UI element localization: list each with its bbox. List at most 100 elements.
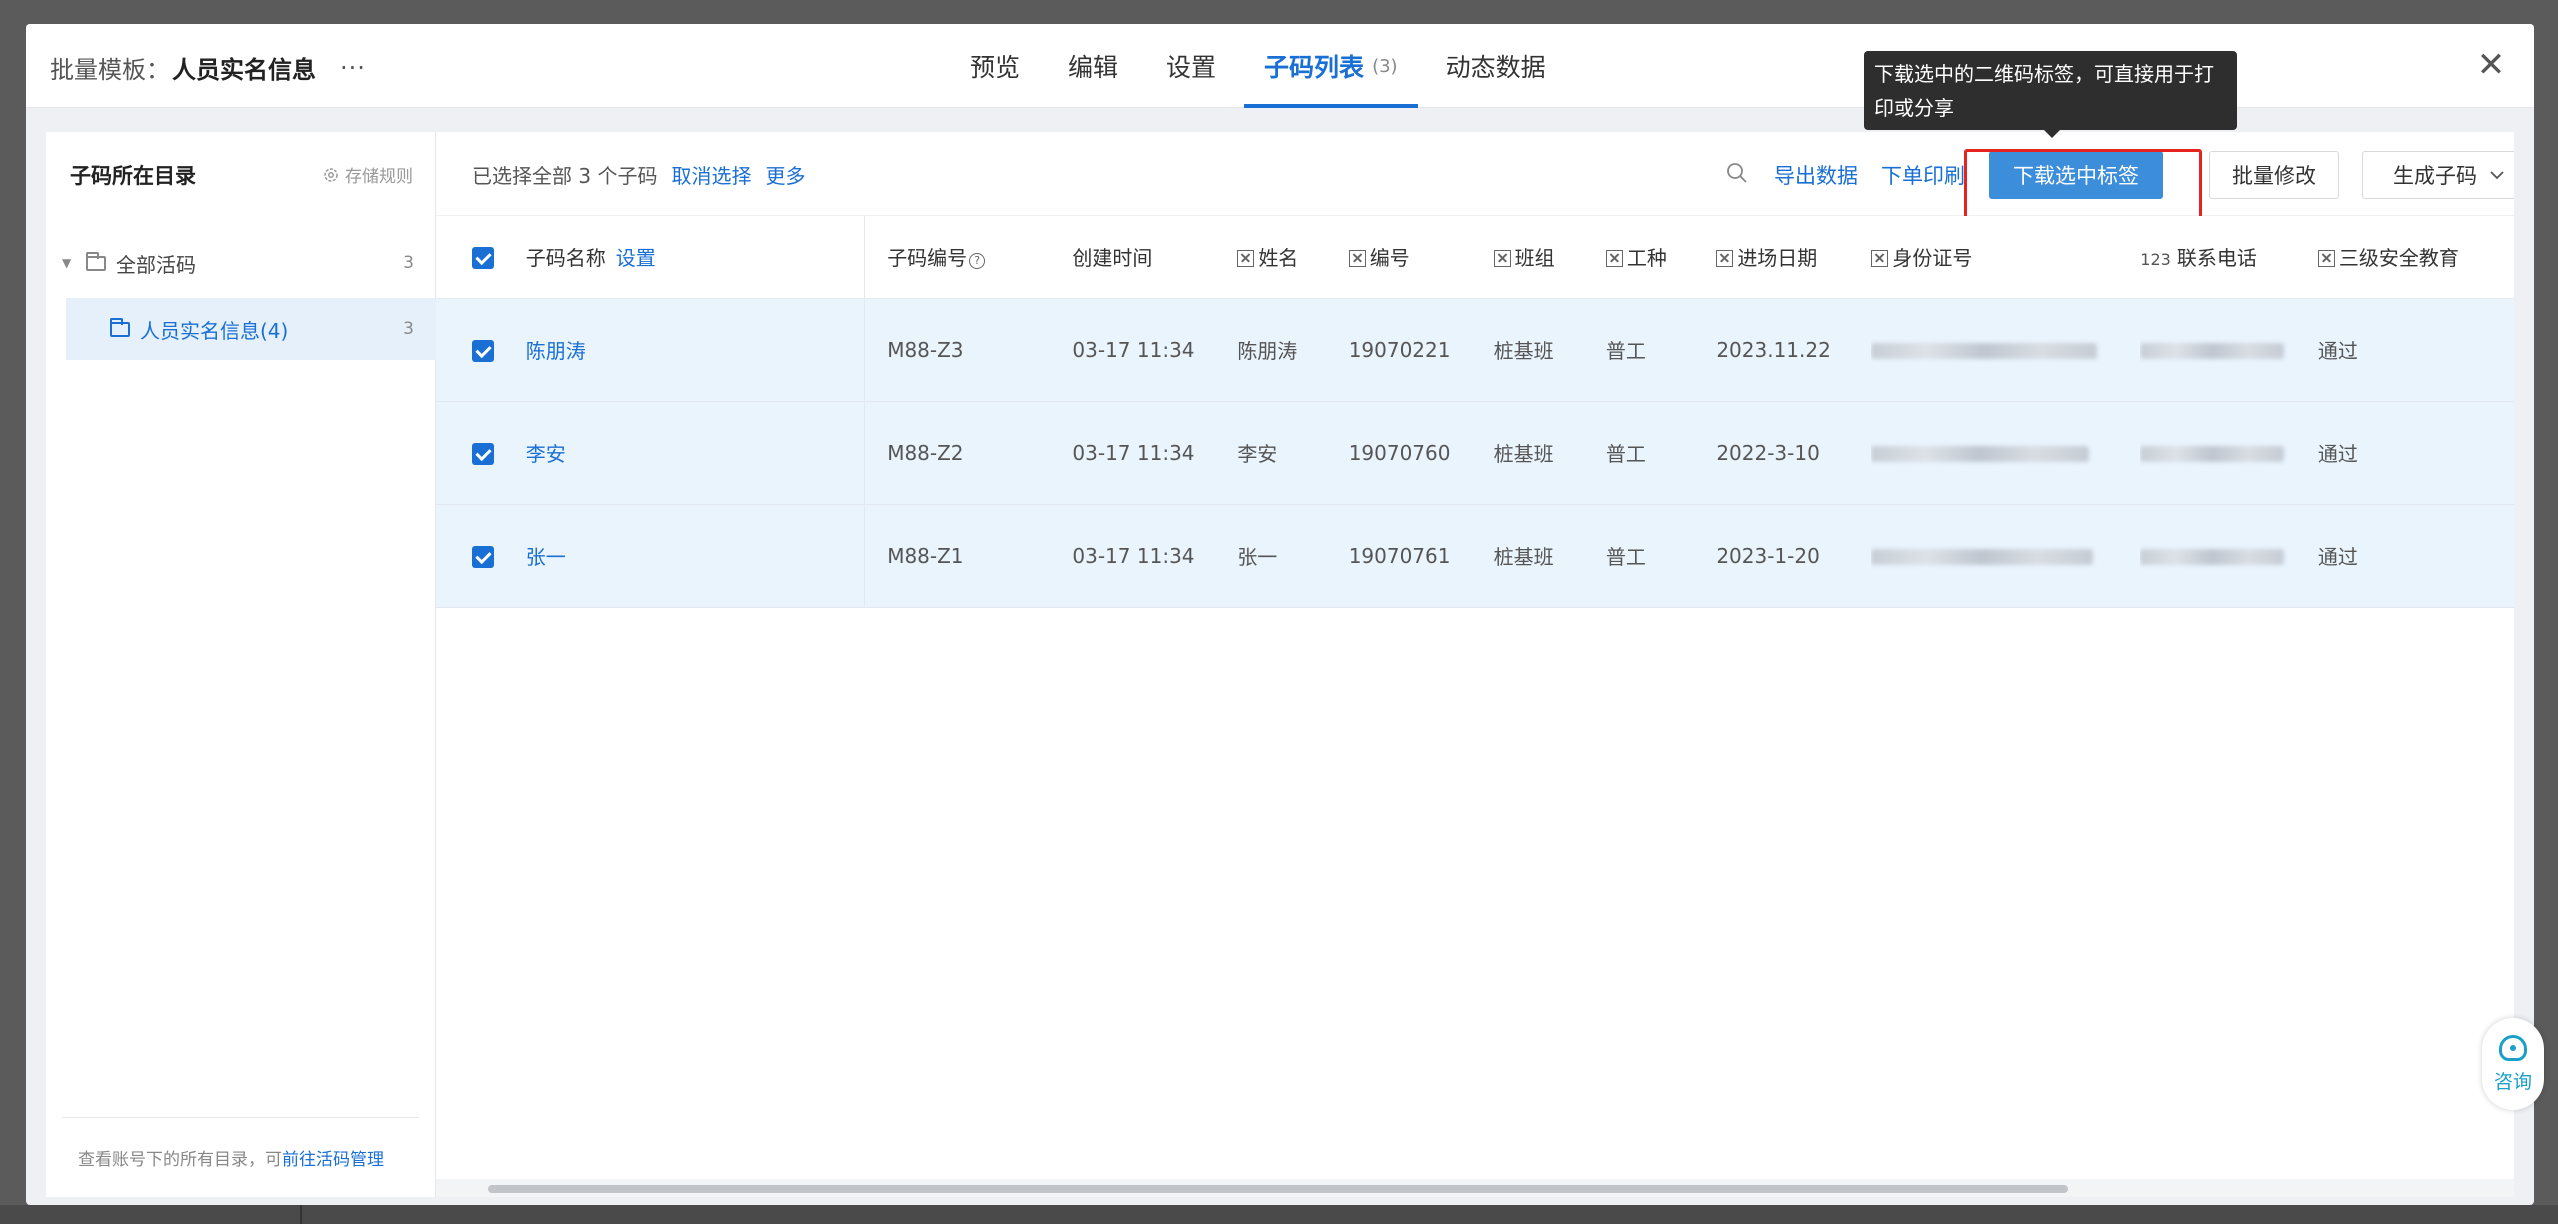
- tab-label: 动态数据: [1445, 53, 1546, 82]
- scrollbar-thumb[interactable]: [488, 1185, 2068, 1193]
- row-checkbox[interactable]: [472, 339, 494, 362]
- search-icon[interactable]: [1726, 162, 1748, 184]
- export-data-link[interactable]: 导出数据: [1774, 160, 1858, 190]
- modal-title: 批量模板： 人员实名信息 ···: [50, 50, 366, 85]
- download-selected-labels-button[interactable]: 下载选中标签: [1989, 151, 2163, 199]
- subcode-table: 子码名称 设置 子码编号? 创建时间 姓名 编号 班组 工种 进场日期 身份证号 …: [436, 216, 2514, 608]
- cell-entry-date: 2022-3-10: [1716, 401, 1872, 505]
- header-label: 编号: [1369, 246, 1410, 271]
- text-field-icon: [1716, 250, 1734, 268]
- cell-created: 03-17 11:34: [1072, 504, 1238, 608]
- table-row[interactable]: 陈朋涛 M88-Z3 03-17 11:34 陈朋涛 19070221 桩基班 …: [436, 298, 2514, 402]
- cell-id-card: [1871, 298, 2141, 402]
- redacted-id: [1871, 343, 2098, 359]
- select-all-checkbox[interactable]: [472, 247, 494, 269]
- template-name: 人员实名信息: [172, 56, 316, 84]
- cell-code: M88-Z2: [864, 401, 1073, 505]
- subcode-list-panel: 已选择全部 3 个子码 取消选择 更多 导出数据 下单印刷 下载选中标签 批量修…: [436, 132, 2514, 1197]
- col-header-safety: 三级安全教育: [2317, 216, 2514, 299]
- batch-template-modal: 批量模板： 人员实名信息 ··· 预览 编辑 设置 子码列表 (3) 动态数据 …: [26, 24, 2534, 1205]
- sidebar-footer: 查看账号下的所有目录，可 前往活码管理: [62, 1117, 419, 1197]
- subcode-name-link[interactable]: 张一: [526, 545, 566, 569]
- text-field-icon: [1605, 250, 1623, 268]
- consult-button[interactable]: 咨询: [2482, 1018, 2544, 1110]
- table-header-row: 子码名称 设置 子码编号? 创建时间 姓名 编号 班组 工种 进场日期 身份证号 …: [436, 216, 2514, 299]
- tab-preview[interactable]: 预览: [950, 24, 1040, 108]
- col-header-id-card: 身份证号: [1871, 216, 2141, 299]
- cell-team: 桩基班: [1493, 298, 1606, 402]
- cell-phone: [2140, 401, 2318, 505]
- generate-label: 生成子码: [2393, 165, 2477, 188]
- subcode-name-link[interactable]: 陈朋涛: [526, 339, 586, 363]
- cancel-selection-link[interactable]: 取消选择: [671, 160, 751, 189]
- consult-label: 咨询: [2493, 1070, 2532, 1093]
- row-checkbox[interactable]: [472, 545, 494, 568]
- horizontal-scrollbar[interactable]: [436, 1179, 2514, 1197]
- directory-sidebar: 子码所在目录 存储规则 ▼ 全部活码 3 人员实名信息(4) 3 查看账号下的所…: [46, 132, 436, 1197]
- selection-count: 已选择全部 3 个子码: [472, 164, 658, 188]
- header-label: 联系电话: [2176, 246, 2257, 271]
- redacted-phone: [2140, 343, 2285, 359]
- redacted-id: [1871, 549, 2094, 565]
- tab-settings[interactable]: 设置: [1146, 24, 1236, 108]
- cell-name: 李安: [525, 401, 866, 505]
- row-select-cell: [436, 298, 526, 402]
- gear-icon: [324, 167, 338, 182]
- generate-subcode-button[interactable]: 生成子码: [2362, 151, 2514, 199]
- cell-name: 陈朋涛: [525, 298, 866, 402]
- order-print-link[interactable]: 下单印刷: [1881, 160, 1971, 190]
- header-label: 子码名称: [525, 246, 606, 271]
- more-actions-link[interactable]: 更多: [765, 160, 805, 189]
- table-row[interactable]: 张一 M88-Z1 03-17 11:34 张一 19070761 桩基班 普工…: [436, 504, 2514, 608]
- text-field-icon: [2317, 250, 2335, 268]
- storage-rule-label: 存储规则: [345, 167, 413, 187]
- cell-job: 普工: [1605, 401, 1717, 505]
- cell-job: 普工: [1605, 298, 1717, 402]
- folder-icon: [86, 251, 106, 271]
- manage-codes-link[interactable]: 前往活码管理: [282, 1145, 384, 1170]
- tab-label: 子码列表: [1264, 53, 1365, 82]
- col-header-number: 编号: [1348, 216, 1494, 299]
- selection-info: 已选择全部 3 个子码 取消选择 更多: [472, 160, 805, 189]
- folder-icon: [110, 317, 130, 337]
- tree-item-label: 人员实名信息(4): [140, 318, 289, 343]
- cell-entry-date: 2023.11.22: [1716, 298, 1872, 402]
- subcode-name-link[interactable]: 李安: [526, 442, 566, 466]
- cell-person: 张一: [1237, 504, 1349, 608]
- tab-dynamic-data[interactable]: 动态数据: [1426, 24, 1566, 108]
- tab-label: 预览: [970, 53, 1021, 82]
- redacted-phone: [2140, 446, 2285, 462]
- column-settings-link[interactable]: 设置: [616, 246, 656, 270]
- more-options-icon[interactable]: ···: [340, 54, 366, 82]
- row-checkbox[interactable]: [472, 442, 494, 465]
- batch-edit-button[interactable]: 批量修改: [2209, 151, 2339, 199]
- storage-rule-button[interactable]: 存储规则: [323, 162, 413, 187]
- cell-phone: [2140, 504, 2318, 608]
- redacted-phone: [2140, 549, 2285, 565]
- cell-code: M88-Z3: [864, 298, 1073, 402]
- row-select-cell: [436, 504, 526, 608]
- row-select-cell: [436, 401, 526, 505]
- modal-body: 子码所在目录 存储规则 ▼ 全部活码 3 人员实名信息(4) 3 查看账号下的所…: [46, 132, 2514, 1197]
- cell-created: 03-17 11:34: [1072, 401, 1238, 505]
- table-row[interactable]: 李安 M88-Z2 03-17 11:34 李安 19070760 桩基班 普工…: [436, 401, 2514, 505]
- tab-subcode-list[interactable]: 子码列表 (3): [1244, 24, 1418, 108]
- close-icon[interactable]: ✕: [2476, 48, 2506, 82]
- headset-icon: [2499, 1034, 2527, 1061]
- header-label: 身份证号: [1892, 246, 1973, 271]
- text-field-icon: [1871, 250, 1889, 268]
- cell-safety: 通过: [2317, 298, 2514, 402]
- tree-item-label: 全部活码: [116, 252, 196, 277]
- caret-down-icon[interactable]: ▼: [62, 256, 76, 270]
- download-tooltip: 下载选中的二维码标签，可直接用于打印或分享: [1864, 51, 2237, 138]
- tab-label: 设置: [1166, 53, 1217, 82]
- select-all-cell: [436, 216, 526, 299]
- tree-item-all-codes[interactable]: ▼ 全部活码 3: [46, 232, 436, 294]
- cell-entry-date: 2023-1-20: [1716, 504, 1872, 608]
- redacted-id: [1871, 446, 2090, 462]
- help-icon[interactable]: ?: [969, 253, 986, 270]
- cell-number: 19070760: [1348, 401, 1494, 505]
- tree-item-personnel-info[interactable]: 人员实名信息(4) 3: [66, 298, 436, 360]
- tab-edit[interactable]: 编辑: [1048, 24, 1138, 108]
- header-label: 进场日期: [1737, 246, 1818, 271]
